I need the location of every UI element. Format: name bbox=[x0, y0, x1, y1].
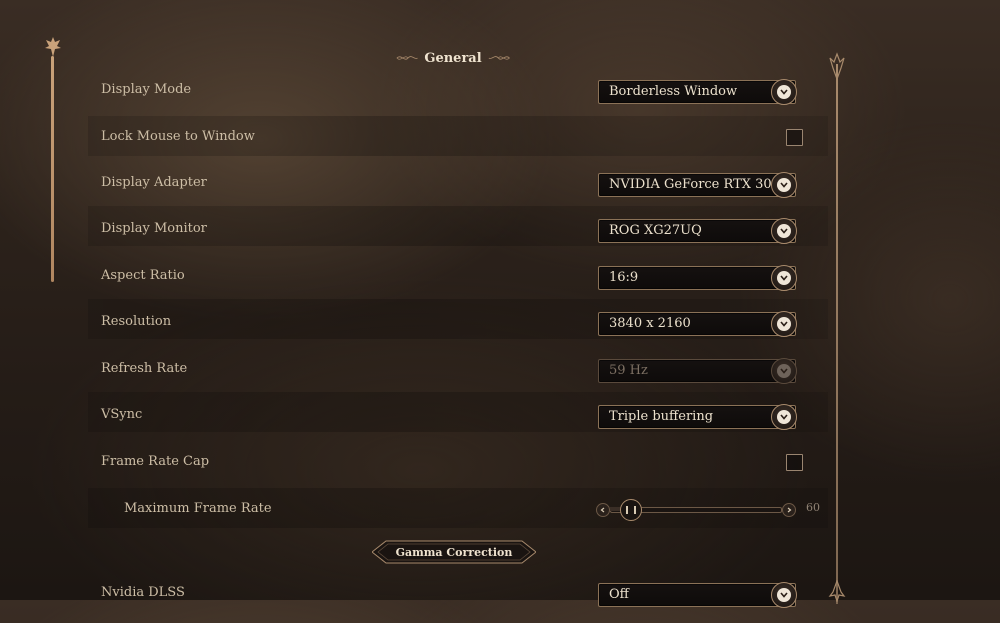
chevron-down-icon[interactable] bbox=[771, 79, 797, 105]
gamma-correction-button[interactable]: Gamma Correction bbox=[372, 538, 536, 566]
chevron-down-icon[interactable] bbox=[771, 311, 797, 337]
panel-divider bbox=[836, 64, 838, 604]
chevron-right-icon[interactable] bbox=[782, 503, 796, 517]
max-frame-rate-slider[interactable] bbox=[596, 498, 796, 521]
chevron-down-icon[interactable] bbox=[771, 265, 797, 291]
flourish-left-icon bbox=[396, 56, 418, 60]
aspect-ratio-dropdown[interactable]: 16:9 bbox=[598, 265, 797, 291]
scroll-crest-icon bbox=[45, 37, 61, 57]
setting-row-frame-rate-cap: Frame Rate Cap bbox=[88, 452, 828, 492]
refresh-rate-dropdown: 59 Hz bbox=[598, 358, 797, 384]
section-title: General bbox=[424, 50, 482, 66]
setting-row-max-frame-rate: Maximum Frame Rate 60 bbox=[88, 488, 828, 528]
sub-section-title: Gamma Correction bbox=[395, 545, 513, 559]
setting-label: Nvidia DLSS bbox=[101, 585, 185, 600]
dropdown-value: ROG XG27UQ bbox=[609, 223, 702, 238]
chevron-down-icon bbox=[771, 358, 797, 384]
chevron-down-icon[interactable] bbox=[771, 404, 797, 430]
setting-row-display-monitor: Display Monitor ROG XG27UQ bbox=[88, 206, 828, 246]
setting-label: Display Mode bbox=[101, 82, 192, 97]
frame-rate-cap-checkbox[interactable] bbox=[786, 454, 803, 471]
dropdown-value: 59 Hz bbox=[609, 363, 648, 378]
dropdown-value: Triple buffering bbox=[609, 409, 714, 424]
setting-row-display-mode: Display Mode Borderless Window bbox=[88, 79, 828, 120]
dropdown-value: Borderless Window bbox=[609, 84, 738, 99]
setting-row-lock-mouse: Lock Mouse to Window bbox=[88, 116, 828, 156]
display-mode-dropdown[interactable]: Borderless Window bbox=[598, 79, 797, 105]
resolution-dropdown[interactable]: 3840 x 2160 bbox=[598, 311, 797, 337]
chevron-down-icon[interactable] bbox=[771, 172, 797, 198]
setting-label: Maximum Frame Rate bbox=[124, 501, 272, 516]
display-adapter-dropdown[interactable]: NVIDIA GeForce RTX 3090 bbox=[598, 172, 797, 198]
setting-label: Display Adapter bbox=[101, 175, 207, 190]
chevron-left-icon[interactable] bbox=[596, 503, 610, 517]
setting-row-vsync: VSync Triple buffering bbox=[88, 392, 828, 432]
setting-label: Display Monitor bbox=[101, 221, 207, 236]
setting-row-nvidia-dlss: Nvidia DLSS Off bbox=[88, 582, 828, 623]
dropdown-value: NVIDIA GeForce RTX 3090 bbox=[609, 177, 789, 192]
slider-value: 60 bbox=[806, 501, 820, 514]
section-header: General bbox=[396, 48, 510, 68]
dropdown-value: 16:9 bbox=[609, 270, 639, 285]
scrollbar[interactable] bbox=[51, 56, 54, 282]
divider-ornament-icon bbox=[828, 580, 846, 602]
lock-mouse-checkbox[interactable] bbox=[786, 129, 803, 146]
setting-label: VSync bbox=[101, 407, 143, 422]
setting-label: Aspect Ratio bbox=[101, 268, 185, 283]
chevron-down-icon[interactable] bbox=[771, 218, 797, 244]
chevron-down-icon[interactable] bbox=[771, 582, 797, 608]
setting-row-resolution: Resolution 3840 x 2160 bbox=[88, 299, 828, 339]
slider-thumb[interactable] bbox=[620, 499, 643, 521]
setting-label: Frame Rate Cap bbox=[101, 454, 210, 469]
setting-label: Lock Mouse to Window bbox=[101, 129, 255, 144]
setting-label: Refresh Rate bbox=[101, 361, 188, 376]
display-monitor-dropdown[interactable]: ROG XG27UQ bbox=[598, 218, 797, 244]
vsync-dropdown[interactable]: Triple buffering bbox=[598, 404, 797, 430]
nvidia-dlss-dropdown[interactable]: Off bbox=[598, 582, 797, 608]
setting-label: Resolution bbox=[101, 314, 172, 329]
dropdown-value: 3840 x 2160 bbox=[609, 316, 691, 331]
flourish-right-icon bbox=[488, 56, 510, 60]
